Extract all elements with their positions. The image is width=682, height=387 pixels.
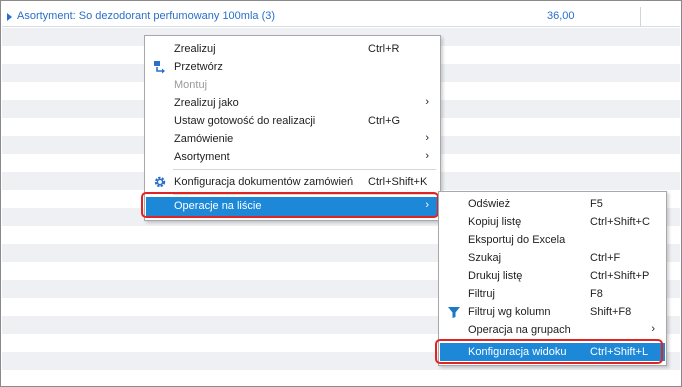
chevron-right-icon: › <box>651 323 655 335</box>
menu-item-shortcut: Ctrl+Shift+P <box>590 270 650 282</box>
menu-item-shortcut: Ctrl+F <box>590 252 621 264</box>
chevron-right-icon: › <box>425 96 429 108</box>
column-divider <box>640 7 641 26</box>
grid-row[interactable] <box>2 370 680 386</box>
process-icon <box>154 61 165 74</box>
menu-item-label: Przetwórz <box>174 61 223 73</box>
menu-item-label: Eksportuj do Excela <box>468 234 566 246</box>
menu-item-odswiez[interactable]: Odśwież F5 <box>440 195 665 213</box>
menu-item-zrealizuj-jako[interactable]: Zrealizuj jako › <box>146 94 439 112</box>
group-label: Asortyment: So dezodorant perfumowany 10… <box>17 10 276 22</box>
menu-item-zamowienie[interactable]: Zamówienie › <box>146 130 439 148</box>
menu-item-asortyment[interactable]: Asortyment › <box>146 148 439 166</box>
menu-item-shortcut: F5 <box>590 198 603 210</box>
chevron-right-icon: › <box>425 132 429 144</box>
menu-item-szukaj[interactable]: Szukaj Ctrl+F <box>440 249 665 267</box>
chevron-right-icon: › <box>425 150 429 162</box>
menu-separator <box>173 169 436 170</box>
menu-item-drukuj-liste[interactable]: Drukuj listę Ctrl+Shift+P <box>440 267 665 285</box>
menu-item-label: Ustaw gotowość do realizacji <box>174 115 316 127</box>
menu-item-przetworz[interactable]: Przetwórz <box>146 58 439 76</box>
menu-item-ustaw-gotowosc[interactable]: Ustaw gotowość do realizacji Ctrl+G <box>146 112 439 130</box>
expand-caret-icon[interactable] <box>7 13 12 21</box>
menu-item-shortcut: Ctrl+Shift+C <box>590 216 650 228</box>
menu-item-eksportuj[interactable]: Eksportuj do Excela <box>440 231 665 249</box>
menu-item-label: Szukaj <box>468 252 502 264</box>
filter-icon <box>448 307 460 318</box>
menu-item-label: Konfiguracja dokumentów zamówień <box>174 176 354 188</box>
highlight-frame <box>435 339 663 364</box>
menu-item-label: Drukuj listę <box>468 270 523 282</box>
menu-item-label: Zamówienie <box>174 133 234 145</box>
menu-item-label: Filtruj <box>468 288 495 300</box>
menu-item-label: Kopiuj listę <box>468 216 522 228</box>
menu-item-montuj: Montuj <box>146 76 439 94</box>
menu-item-label: Odśwież <box>468 198 511 210</box>
menu-item-label: Filtruj wg kolumn <box>468 306 551 318</box>
highlight-frame <box>141 192 439 218</box>
app-window: Asortyment: So dezodorant perfumowany 10… <box>0 0 682 387</box>
menu-item-label: Zrealizuj <box>174 43 216 55</box>
menu-item-filtruj-wg-kolumn[interactable]: Filtruj wg kolumn Shift+F8 <box>440 303 665 321</box>
menu-item-shortcut: Shift+F8 <box>590 306 632 318</box>
menu-item-label: Zrealizuj jako <box>174 97 239 109</box>
gear-icon <box>154 176 166 188</box>
menu-item-label: Operacja na grupach <box>468 324 571 336</box>
menu-item-zrealizuj[interactable]: Zrealizuj Ctrl+R <box>146 40 439 58</box>
menu-item-shortcut: F8 <box>590 288 603 300</box>
menu-item-shortcut: Ctrl+G <box>368 115 401 127</box>
menu-item-operacja-na-grupach[interactable]: Operacja na grupach › <box>440 321 665 339</box>
menu-item-konfiguracja-dokumentow[interactable]: Konfiguracja dokumentów zamówień Ctrl+Sh… <box>146 173 439 191</box>
menu-item-kopiuj-liste[interactable]: Kopiuj listę Ctrl+Shift+C <box>440 213 665 231</box>
menu-item-shortcut: Ctrl+R <box>368 43 400 55</box>
menu-item-shortcut: Ctrl+Shift+K <box>368 176 428 188</box>
menu-item-filtruj[interactable]: Filtruj F8 <box>440 285 665 303</box>
menu-item-label: Montuj <box>174 79 208 91</box>
menu-item-label: Asortyment <box>174 151 230 163</box>
group-row[interactable]: Asortyment: So dezodorant perfumowany 10… <box>2 7 680 27</box>
group-value: 36,00 <box>547 10 575 22</box>
